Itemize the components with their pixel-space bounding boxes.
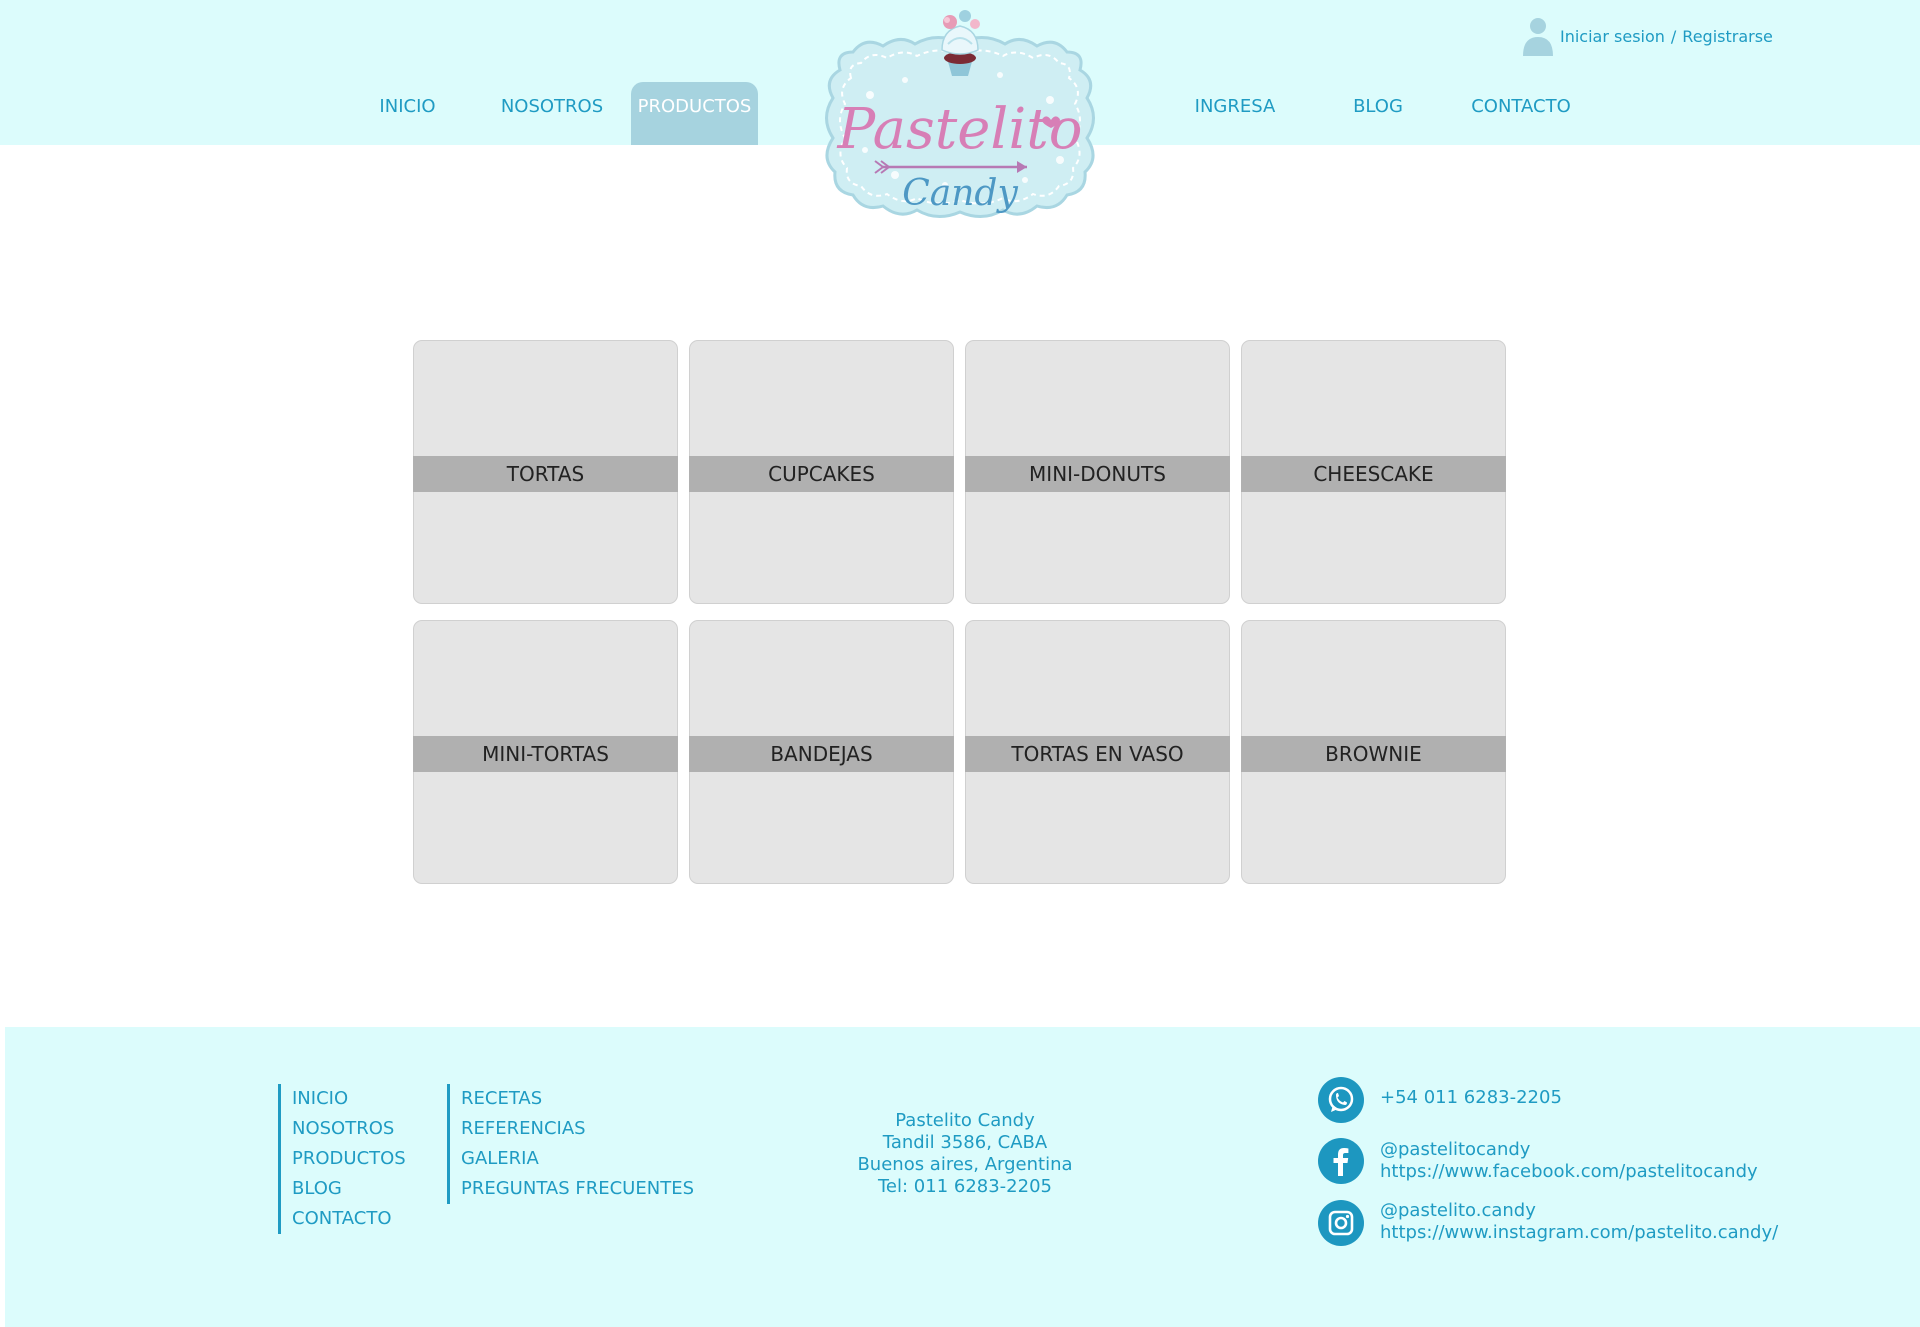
footer-link-preguntas-frecuentes[interactable]: PREGUNTAS FRECUENTES bbox=[461, 1174, 694, 1204]
product-label: MINI-DONUTS bbox=[965, 456, 1230, 492]
instagram-handle[interactable]: @pastelito.candy bbox=[1380, 1200, 1778, 1222]
product-card-bandejas[interactable]: BANDEJAS bbox=[689, 620, 954, 884]
pastelito-candy-logo[interactable]: Pastelito Candy bbox=[795, 0, 1125, 265]
product-card-brownie[interactable]: BROWNIE bbox=[1241, 620, 1506, 884]
whatsapp-number[interactable]: +54 011 6283-2205 bbox=[1380, 1087, 1562, 1109]
login-link[interactable]: Iniciar sesion bbox=[1560, 27, 1665, 46]
facebook-handle[interactable]: @pastelitocandy bbox=[1380, 1139, 1758, 1161]
register-link[interactable]: Registrarse bbox=[1682, 27, 1773, 46]
login-area: Iniciar sesion / Registrarse bbox=[1522, 14, 1773, 58]
footer-link-productos[interactable]: PRODUCTOS bbox=[292, 1144, 406, 1174]
address-name: Pastelito Candy bbox=[895, 1110, 1035, 1131]
instagram-url[interactable]: https://www.instagram.com/pastelito.cand… bbox=[1380, 1222, 1778, 1244]
address-phone: Tel: 011 6283-2205 bbox=[878, 1176, 1052, 1197]
footer-link-contacto[interactable]: CONTACTO bbox=[292, 1204, 406, 1234]
footer-nav-main: INICIO NOSOTROS PRODUCTOS BLOG CONTACTO bbox=[278, 1084, 406, 1234]
product-card-mini-tortas[interactable]: MINI-TORTAS bbox=[413, 620, 678, 884]
nav-inicio[interactable]: INICIO bbox=[365, 82, 450, 145]
nav-blog[interactable]: BLOG bbox=[1338, 82, 1418, 145]
product-label: BROWNIE bbox=[1241, 736, 1506, 772]
address-city: Buenos aires, Argentina bbox=[857, 1154, 1073, 1175]
footer-link-inicio[interactable]: INICIO bbox=[292, 1084, 406, 1114]
nav-nosotros[interactable]: NOSOTROS bbox=[493, 82, 611, 145]
instagram-contact: @pastelito.candy https://www.instagram.c… bbox=[1318, 1200, 1778, 1246]
logo-title: Pastelito bbox=[837, 97, 1083, 162]
footer-link-referencias[interactable]: REFERENCIAS bbox=[461, 1114, 694, 1144]
product-label: BANDEJAS bbox=[689, 736, 954, 772]
product-card-cupcakes[interactable]: CUPCAKES bbox=[689, 340, 954, 604]
nav-ingresa[interactable]: INGRESA bbox=[1185, 82, 1285, 145]
footer-link-nosotros[interactable]: NOSOTROS bbox=[292, 1114, 406, 1144]
product-label: CHEESCAKE bbox=[1241, 456, 1506, 492]
footer-link-galeria[interactable]: GALERIA bbox=[461, 1144, 694, 1174]
facebook-url[interactable]: https://www.facebook.com/pastelitocandy bbox=[1380, 1161, 1758, 1183]
product-card-tortas[interactable]: TORTAS bbox=[413, 340, 678, 604]
footer-address: Pastelito Candy Tandil 3586, CABA Buenos… bbox=[830, 1110, 1100, 1198]
product-label: TORTAS EN VASO bbox=[965, 736, 1230, 772]
product-label: TORTAS bbox=[413, 456, 678, 492]
facebook-icon[interactable] bbox=[1318, 1138, 1364, 1184]
product-card-cheescake[interactable]: CHEESCAKE bbox=[1241, 340, 1506, 604]
instagram-icon[interactable] bbox=[1318, 1200, 1364, 1246]
logo-subtitle: Candy bbox=[902, 173, 1018, 214]
nav-productos[interactable]: PRODUCTOS bbox=[631, 82, 758, 145]
address-street: Tandil 3586, CABA bbox=[882, 1132, 1048, 1153]
product-label: MINI-TORTAS bbox=[413, 736, 678, 772]
footer-link-recetas[interactable]: RECETAS bbox=[461, 1084, 694, 1114]
nav-contacto[interactable]: CONTACTO bbox=[1460, 82, 1582, 145]
product-card-tortas-en-vaso[interactable]: TORTAS EN VASO bbox=[965, 620, 1230, 884]
footer-link-blog[interactable]: BLOG bbox=[292, 1174, 406, 1204]
footer-nav-extra: RECETAS REFERENCIAS GALERIA PREGUNTAS FR… bbox=[447, 1084, 694, 1204]
product-card-mini-donuts[interactable]: MINI-DONUTS bbox=[965, 340, 1230, 604]
whatsapp-contact: +54 011 6283-2205 bbox=[1318, 1077, 1562, 1123]
product-label: CUPCAKES bbox=[689, 456, 954, 492]
login-separator: / bbox=[1670, 26, 1677, 46]
whatsapp-icon[interactable] bbox=[1318, 1077, 1364, 1123]
user-icon[interactable] bbox=[1522, 16, 1554, 56]
facebook-contact: @pastelitocandy https://www.facebook.com… bbox=[1318, 1138, 1758, 1184]
